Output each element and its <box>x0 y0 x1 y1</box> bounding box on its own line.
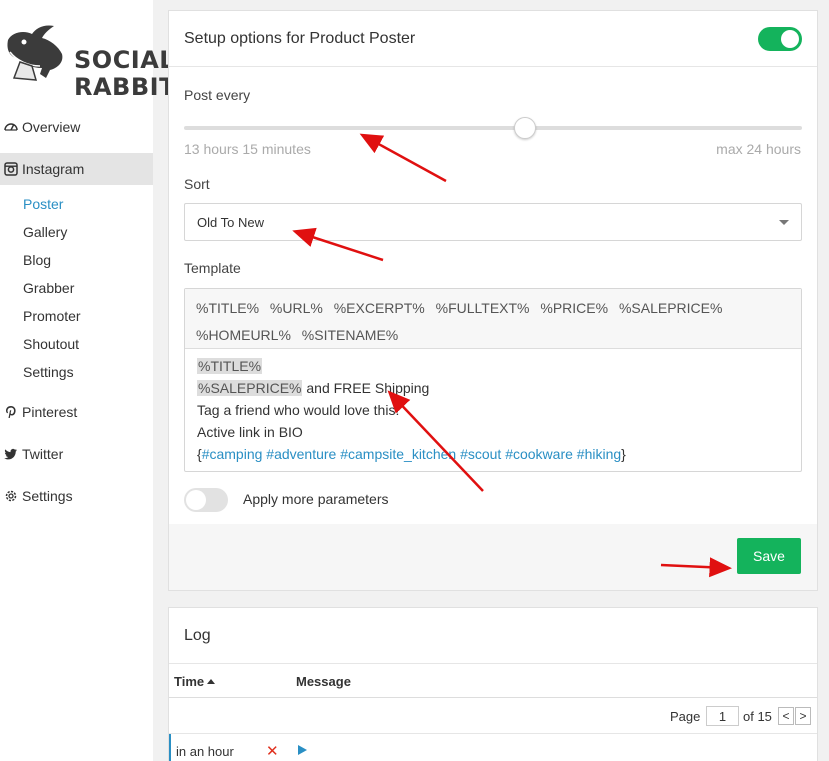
template-hashtags: #camping #adventure #campsite_kitchen #s… <box>201 446 622 462</box>
sidebar-item-label: Twitter <box>22 446 64 462</box>
brand-line-1: SOCIAL <box>74 46 176 74</box>
template-editor: %TITLE% %URL% %EXCERPT% %FULLTEXT% %PRIC… <box>184 288 802 472</box>
sidebar-item-twitter[interactable]: Twitter <box>0 438 153 470</box>
twitter-icon <box>4 448 17 460</box>
template-textarea[interactable]: %TITLE% %SALEPRICE% and FREE Shipping Ta… <box>185 349 801 471</box>
setup-title: Setup options for Product Poster <box>184 29 416 47</box>
post-every-slider-track[interactable] <box>184 126 802 130</box>
sidebar-item-settings[interactable]: Settings <box>0 480 153 512</box>
slider-max-text: max 24 hours <box>716 141 801 157</box>
sort-select[interactable]: Old To New <box>184 203 802 241</box>
pinterest-icon <box>6 406 16 418</box>
template-line-2-text: and FREE Shipping <box>302 380 430 396</box>
brace-close: } <box>621 446 626 462</box>
save-button[interactable]: Save <box>737 538 801 574</box>
sort-up-icon <box>207 679 216 684</box>
template-label: Template <box>184 260 241 276</box>
more-params-toggle[interactable] <box>184 488 228 512</box>
sidebar: SOCIAL RABBIT Overview Instagram Poster … <box>0 0 175 761</box>
sidebar-subitem-shoutout[interactable]: Shoutout <box>23 334 79 354</box>
gear-icon <box>5 490 17 502</box>
template-tag-bar: %TITLE% %URL% %EXCERPT% %FULLTEXT% %PRIC… <box>185 289 801 349</box>
setup-card-header: Setup options for Product Poster <box>169 11 817 67</box>
tag-homeurl[interactable]: %HOMEURL% <box>196 327 291 343</box>
sidebar-item-instagram[interactable]: Instagram <box>0 153 153 185</box>
log-column-headers: Time Message <box>169 664 817 698</box>
setup-card-footer: Save <box>169 524 817 590</box>
slider-value-text: 13 hours 15 minutes <box>184 141 311 157</box>
enable-toggle[interactable] <box>758 27 802 51</box>
log-header: Log <box>169 608 817 664</box>
log-time: in an hour <box>176 744 234 759</box>
sidebar-subitem-settings[interactable]: Settings <box>23 362 74 382</box>
play-icon[interactable] <box>298 745 307 755</box>
post-every-label: Post every <box>184 87 251 103</box>
setup-card: Setup options for Product Poster Post ev… <box>168 10 818 591</box>
next-page-button[interactable]: > <box>795 707 811 725</box>
log-title: Log <box>184 626 211 644</box>
page-count-label: of 15 <box>743 709 772 724</box>
more-params-label: Apply more parameters <box>243 491 389 507</box>
tag-excerpt[interactable]: %EXCERPT% <box>334 300 425 316</box>
sort-selected-value: Old To New <box>197 214 264 230</box>
chevron-down-icon <box>779 220 789 225</box>
sidebar-item-overview[interactable]: Overview <box>0 111 153 143</box>
sidebar-subitem-promoter[interactable]: Promoter <box>23 306 81 326</box>
template-line-3: Tag a friend who would love this! <box>197 402 400 418</box>
column-message: Message <box>296 674 351 689</box>
post-every-slider-handle[interactable] <box>514 117 537 139</box>
sidebar-subitem-blog[interactable]: Blog <box>23 250 51 270</box>
log-card: Log Time Message Page of 15 < > in an ho… <box>168 607 818 761</box>
rabbit-icon <box>7 25 63 81</box>
sidebar-item-pinterest[interactable]: Pinterest <box>0 396 153 428</box>
template-title-tag: %TITLE% <box>197 358 263 374</box>
instagram-icon <box>4 162 18 176</box>
dashboard-icon <box>4 123 18 131</box>
sidebar-item-label: Overview <box>22 119 81 135</box>
sidebar-subitem-poster[interactable]: Poster <box>23 194 63 214</box>
sidebar-subitem-grabber[interactable]: Grabber <box>23 278 74 298</box>
tag-fulltext[interactable]: %FULLTEXT% <box>436 300 530 316</box>
tag-title[interactable]: %TITLE% <box>196 300 259 316</box>
sidebar-item-label: Instagram <box>22 161 85 177</box>
brand-line-2: RABBIT <box>74 73 176 101</box>
prev-page-button[interactable]: < <box>778 707 794 725</box>
log-pager: Page of 15 < > <box>169 698 817 734</box>
tag-url[interactable]: %URL% <box>270 300 323 316</box>
sidebar-item-label: Pinterest <box>22 404 78 420</box>
column-time[interactable]: Time <box>174 674 216 689</box>
close-icon[interactable]: ✕ <box>266 742 279 760</box>
page-label: Page <box>670 709 701 724</box>
sidebar-subitem-gallery[interactable]: Gallery <box>23 222 67 242</box>
toggle-knob <box>186 490 206 510</box>
template-saleprice-tag: %SALEPRICE% <box>197 380 303 396</box>
toggle-knob <box>781 30 799 48</box>
page-number-input[interactable] <box>706 706 739 726</box>
sort-label: Sort <box>184 176 210 192</box>
sidebar-item-label: Settings <box>22 488 73 504</box>
tag-price[interactable]: %PRICE% <box>540 300 608 316</box>
table-row: in an hour ✕ <box>169 734 817 761</box>
social-rabbit-logo[interactable]: SOCIAL RABBIT <box>2 22 175 101</box>
tag-sitename[interactable]: %SITENAME% <box>302 327 398 343</box>
tag-saleprice[interactable]: %SALEPRICE% <box>619 300 722 316</box>
template-line-4: Active link in BIO <box>197 424 303 440</box>
